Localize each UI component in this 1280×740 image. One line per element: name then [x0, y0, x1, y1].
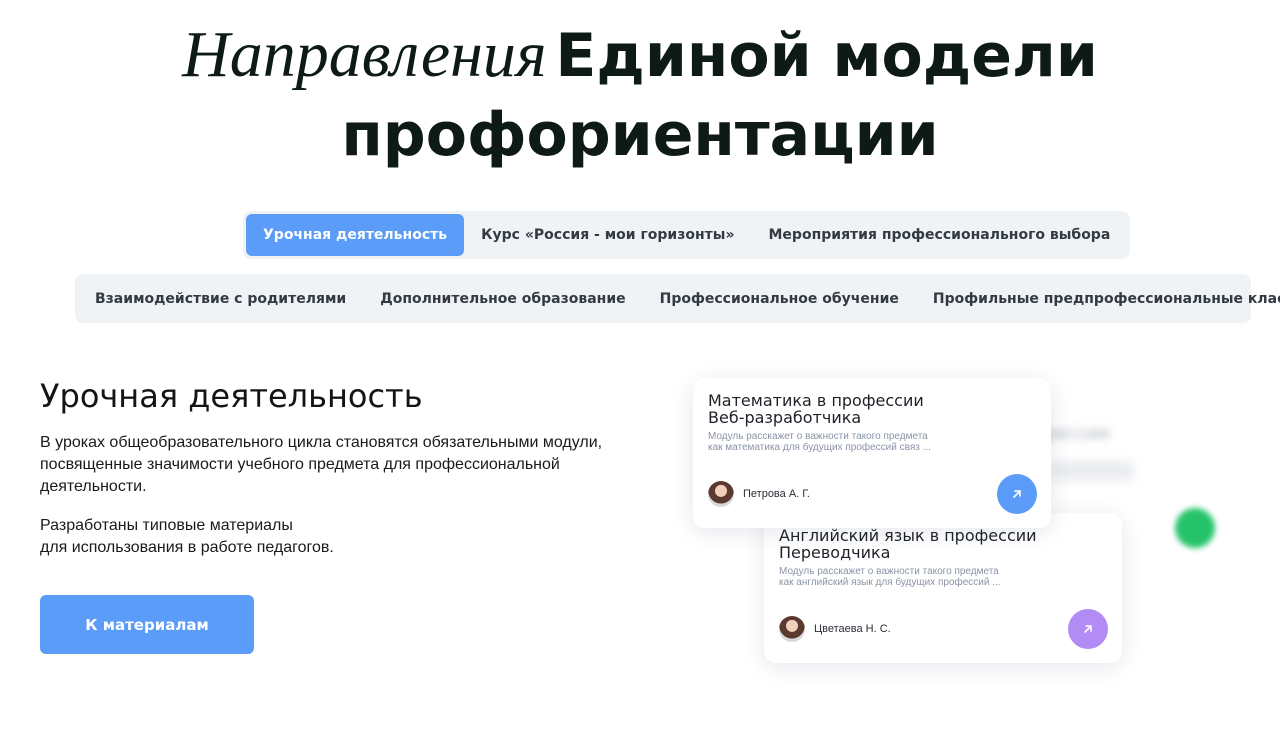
card-title-line-2: Переводчика: [779, 543, 891, 562]
page-title-italic: Направления: [182, 18, 547, 91]
page-title: Направления Единой модели профориентации: [0, 20, 1280, 179]
tab-career-events[interactable]: Мероприятия профессионального выбора: [752, 214, 1128, 256]
card-author: Петрова А. Г.: [743, 488, 810, 500]
card-author: Цветаева Н. С.: [814, 623, 891, 635]
tab-parents[interactable]: Взаимодействие с родителями: [78, 278, 363, 320]
section-description: В уроках общеобразовательного цикла стан…: [40, 434, 603, 495]
card-desc-line-1: Модуль расскажет о важности такого предм…: [708, 431, 928, 442]
page-title-bold-1: Единой модели: [555, 21, 1098, 91]
card-desc-line-1: Модуль расскажет о важности такого предм…: [779, 566, 999, 577]
card-desc-line-2: как английский язык для будущих професси…: [779, 577, 1001, 588]
page-title-bold-2: профориентации: [341, 100, 939, 170]
tab-profile-classes[interactable]: Профильные предпрофессиональные классы: [916, 278, 1280, 320]
section-title: Урочная деятельность: [40, 377, 423, 415]
card-title-line-2: Веб-разработчика: [708, 408, 862, 427]
author-avatar: [708, 481, 734, 507]
section-note-line-1: Разработаны типовые материалы: [40, 517, 293, 534]
materials-button[interactable]: К материалам: [40, 595, 254, 654]
module-card[interactable]: Английский язык в профессии Переводчика …: [764, 513, 1122, 663]
card-description: Модуль расскажет о важности такого предм…: [779, 566, 1039, 588]
tab-additional-education[interactable]: Дополнительное образование: [363, 278, 642, 320]
tabs-row-1: Урочная деятельность Курс «Россия - мои …: [243, 211, 1131, 259]
card-title: Английский язык в профессии Переводчика: [779, 527, 1107, 561]
section-note-line-2: для использования в работе педагогов.: [40, 539, 334, 556]
card-desc-line-2: как математика для будущих профессий свя…: [708, 442, 931, 453]
section-note: Разработаны типовые материалы для исполь…: [40, 515, 440, 559]
tab-lesson-activity[interactable]: Урочная деятельность: [246, 214, 465, 256]
green-action-button[interactable]: [1175, 508, 1215, 548]
arrow-up-right-icon[interactable]: [997, 474, 1037, 514]
tab-professional-training[interactable]: Профессиональное обучение: [643, 278, 916, 320]
tab-russia-course[interactable]: Курс «Россия - мои горизонты»: [464, 214, 751, 256]
module-card[interactable]: Математика в профессии Веб-разработчика …: [693, 378, 1051, 528]
ghost-card-desc: [1050, 462, 1134, 482]
tabs-row-2: Взаимодействие с родителями Дополнительн…: [75, 274, 1280, 323]
card-footer: Петрова А. Г.: [708, 474, 1037, 514]
card-description: Модуль расскажет о важности такого предм…: [708, 431, 968, 453]
author-avatar: [779, 616, 805, 642]
card-footer: Цветаева Н. С.: [779, 609, 1108, 649]
card-title: Математика в профессии Веб-разработчика: [708, 392, 1036, 426]
arrow-up-right-icon[interactable]: [1068, 609, 1108, 649]
